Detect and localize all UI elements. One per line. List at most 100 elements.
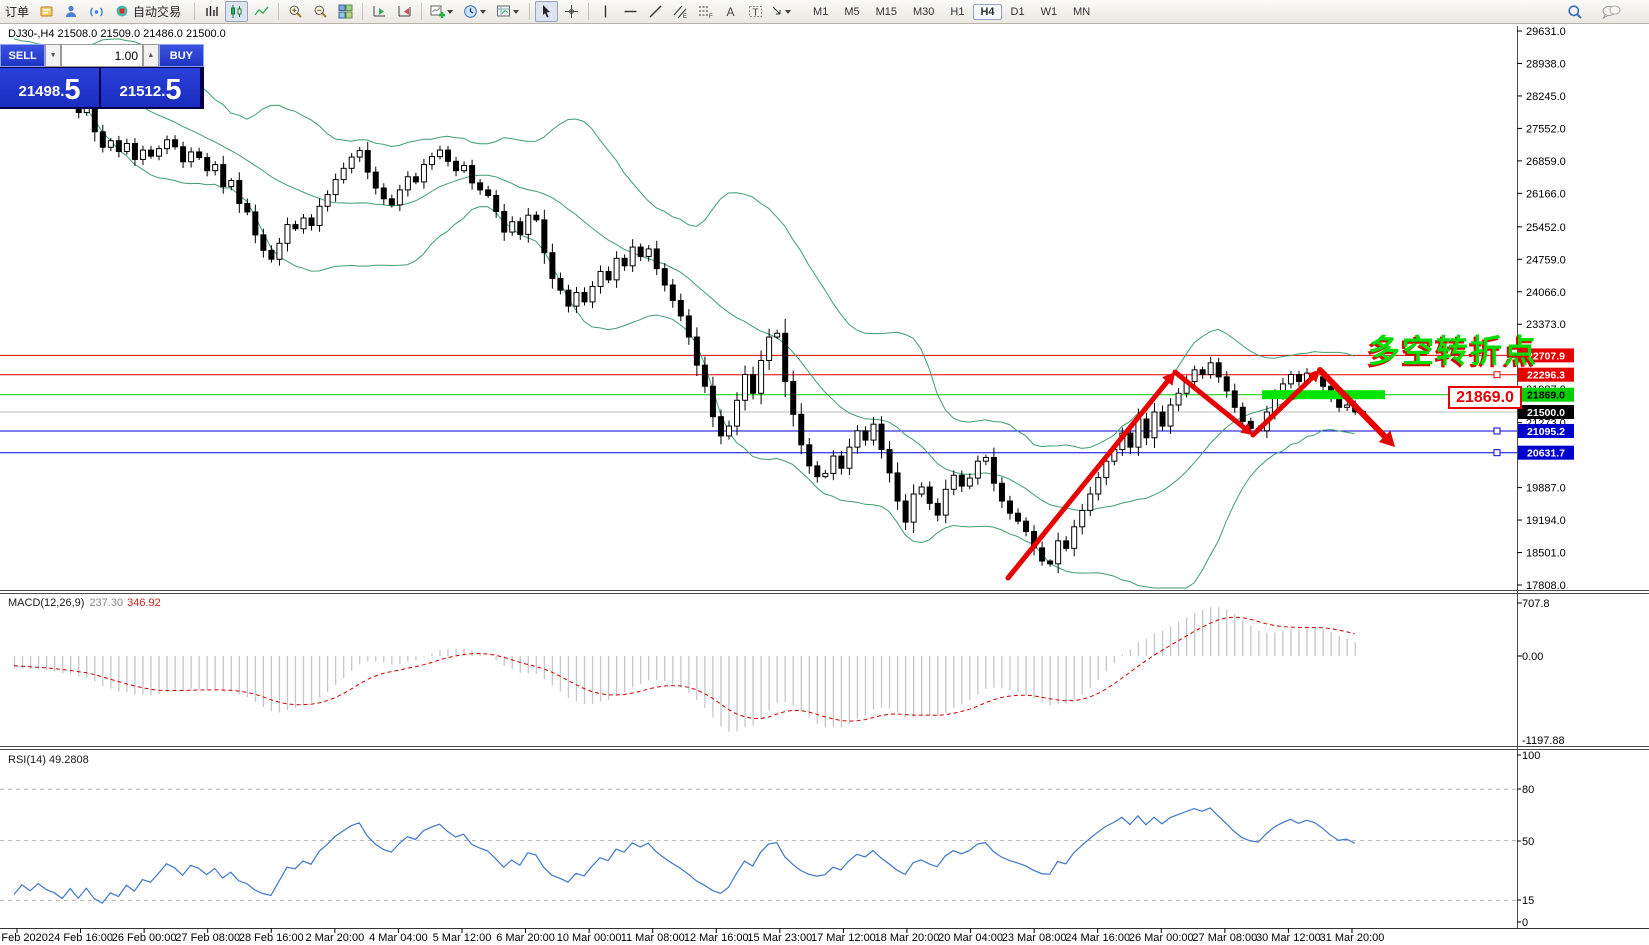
time-axis-label: 18 Mar 20:00 <box>875 932 940 944</box>
timeframe-mn[interactable]: MN <box>1066 4 1097 20</box>
candle <box>799 414 804 444</box>
annotation-title[interactable]: 多空转折点 <box>1368 326 1538 372</box>
svg-text:A: A <box>727 5 735 19</box>
sell-button[interactable]: SELL <box>0 44 45 67</box>
zoom-out-icon[interactable] <box>309 1 332 22</box>
candle <box>598 271 603 286</box>
search-icon[interactable] <box>1563 1 1586 22</box>
candle <box>1288 375 1293 384</box>
timeframe-h4[interactable]: H4 <box>973 4 1001 20</box>
cursor-tool[interactable] <box>535 1 558 22</box>
text-tool[interactable]: A <box>719 1 742 22</box>
candle <box>205 158 210 171</box>
annotation-level-box[interactable]: 21869.0 <box>1448 386 1522 409</box>
timeframe-w1[interactable]: W1 <box>1034 4 1065 20</box>
time-axis-label: 27 Mar 08:00 <box>1192 932 1257 944</box>
new-order-icon[interactable] <box>35 1 58 22</box>
auto-scroll-icon[interactable] <box>368 1 391 22</box>
candle <box>935 503 940 515</box>
candle <box>919 487 924 494</box>
candle <box>221 165 226 187</box>
price-tick-label: 19887.0 <box>1526 483 1566 495</box>
hline-handle[interactable] <box>1494 428 1500 434</box>
candle <box>478 183 483 190</box>
candle <box>999 483 1004 501</box>
time-axis-label: 31 Mar 20:00 <box>1320 932 1385 944</box>
auto-trading-button[interactable]: 自动交易 <box>110 1 189 22</box>
signal-icon[interactable] <box>85 1 108 22</box>
bar-chart-icon[interactable] <box>200 1 223 22</box>
text-label-tool[interactable]: T <box>744 1 767 22</box>
trendline-tool[interactable] <box>644 1 667 22</box>
candle <box>173 140 178 147</box>
candle <box>277 243 282 259</box>
candle <box>903 501 908 522</box>
candle <box>614 258 619 280</box>
volume-increase-button[interactable]: ▲ <box>143 44 159 67</box>
candle <box>558 278 563 290</box>
candle <box>1080 510 1085 526</box>
timeframe-m1[interactable]: M1 <box>806 4 835 20</box>
candle <box>1160 412 1165 426</box>
time-axis-label: 2 Mar 20:00 <box>305 932 364 944</box>
price-tick-label: 17808.0 <box>1526 580 1566 592</box>
candle <box>686 316 691 337</box>
candle <box>1144 419 1149 438</box>
timeframe-d1[interactable]: D1 <box>1004 4 1032 20</box>
candle <box>574 293 579 307</box>
svg-text:50: 50 <box>1522 836 1534 848</box>
volume-input[interactable] <box>61 44 143 67</box>
line-chart-icon[interactable] <box>250 1 273 22</box>
buy-button[interactable]: BUY <box>159 44 204 67</box>
volume-decrease-button[interactable]: ▼ <box>45 44 61 67</box>
tile-windows-icon[interactable] <box>334 1 357 22</box>
new-chart-button[interactable] <box>427 1 458 22</box>
templates-button[interactable] <box>493 1 524 22</box>
auto-trading-icon <box>115 4 130 19</box>
green-zone[interactable] <box>1262 390 1385 399</box>
zigzag-segment[interactable] <box>1253 374 1316 435</box>
fibonacci-tool[interactable]: F <box>694 1 717 22</box>
timeframe-m15[interactable]: M15 <box>869 4 904 20</box>
zigzag-segment[interactable] <box>1175 372 1249 432</box>
chat-icon[interactable] <box>1599 1 1622 22</box>
candle <box>702 365 707 386</box>
chart-shift-icon[interactable] <box>393 1 416 22</box>
zigzag-segment[interactable] <box>1008 376 1171 578</box>
timeframe-m30[interactable]: M30 <box>906 4 941 20</box>
candle <box>518 222 523 235</box>
periods-button[interactable] <box>460 1 491 22</box>
candle <box>1040 548 1045 561</box>
crosshair-tool[interactable] <box>560 1 583 22</box>
market-watch-icon[interactable] <box>60 1 83 22</box>
order-button[interactable]: 订单 <box>1 1 33 22</box>
equidistant-channel-tool[interactable]: E <box>669 1 692 22</box>
price-tick-label: 28245.0 <box>1526 91 1566 103</box>
zoom-in-icon[interactable] <box>284 1 307 22</box>
rsi-label: RSI(14) 49.2808 <box>8 754 89 766</box>
timeframe-m5[interactable]: M5 <box>837 4 866 20</box>
candle <box>421 165 426 182</box>
horizontal-line-tool[interactable] <box>619 1 642 22</box>
vertical-line-tool[interactable] <box>594 1 617 22</box>
separator <box>421 3 422 20</box>
candle <box>847 447 852 468</box>
price-tick-label: 18501.0 <box>1526 548 1566 560</box>
timeframe-h1[interactable]: H1 <box>943 4 971 20</box>
candle <box>486 190 491 196</box>
candle <box>237 181 242 204</box>
shapes-tool[interactable] <box>769 1 794 22</box>
svg-text:20631.7: 20631.7 <box>1527 448 1565 460</box>
hline-handle[interactable] <box>1494 450 1500 456</box>
candlestick-chart-icon[interactable] <box>225 1 248 22</box>
hline-handle[interactable] <box>1494 372 1500 378</box>
buy-price[interactable]: 21512.5 <box>101 68 200 107</box>
candle <box>165 140 170 149</box>
svg-text:-1197.88: -1197.88 <box>1522 735 1565 747</box>
sell-price[interactable]: 21498.5 <box>0 68 99 107</box>
candle <box>1240 407 1245 421</box>
svg-text:F: F <box>709 14 713 19</box>
price-tick-label: 28938.0 <box>1526 58 1566 70</box>
candle <box>839 456 844 468</box>
candle <box>140 150 145 159</box>
